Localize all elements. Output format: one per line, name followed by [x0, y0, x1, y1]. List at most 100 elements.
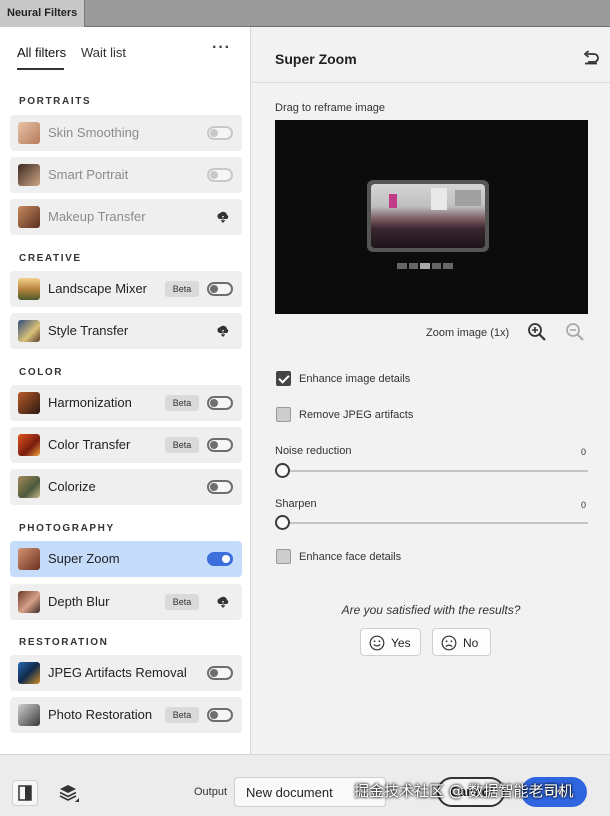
filter-label: Skin Smoothing — [48, 125, 140, 140]
filter-label: Landscape Mixer — [48, 281, 147, 296]
landscape-mixer-toggle[interactable] — [207, 282, 233, 296]
active-tab-indicator — [17, 68, 64, 70]
makeup-transfer-thumbnail — [18, 206, 40, 228]
filter-jpeg-artifacts-removal[interactable]: JPEG Artifacts Removal — [10, 655, 242, 691]
colorize-thumbnail — [18, 476, 40, 498]
cloud-download-icon[interactable] — [216, 210, 230, 224]
navigator-strip — [397, 263, 453, 269]
section-portraits: PORTRAITS — [19, 96, 92, 107]
filter-makeup-transfer[interactable]: Makeup Transfer — [10, 199, 242, 235]
zoom-out-icon[interactable] — [565, 322, 585, 342]
sharpen-slider[interactable] — [275, 515, 588, 531]
depth-blur-thumbnail — [18, 591, 40, 613]
section-restoration: RESTORATION — [19, 637, 109, 648]
filters-list-panel: All filters Wait list ··· PORTRAITS Skin… — [0, 27, 251, 754]
sharpen-value: 0 — [581, 500, 587, 510]
style-transfer-thumbnail — [18, 320, 40, 342]
beta-badge: Beta — [165, 281, 199, 297]
filter-photo-restoration[interactable]: Photo Restoration Beta — [10, 697, 242, 733]
reset-icon[interactable] — [582, 49, 600, 67]
super-zoom-thumbnail — [18, 548, 40, 570]
zoom-in-icon[interactable] — [527, 322, 547, 342]
enhance-image-details-checkbox[interactable] — [276, 371, 291, 386]
sharpen-label: Sharpen — [275, 498, 317, 510]
beta-badge: Beta — [165, 707, 199, 723]
filter-skin-smoothing[interactable]: Skin Smoothing — [10, 115, 242, 151]
noise-reduction-label: Noise reduction — [275, 445, 352, 457]
output-label: Output — [194, 786, 228, 798]
filter-label: JPEG Artifacts Removal — [48, 665, 187, 680]
super-zoom-toggle[interactable] — [207, 552, 233, 566]
beta-badge: Beta — [165, 437, 199, 453]
harmonization-toggle[interactable] — [207, 396, 233, 410]
filter-label: Super Zoom — [48, 551, 120, 566]
jpeg-artifacts-thumbnail — [18, 662, 40, 684]
slider-knob[interactable] — [275, 515, 290, 530]
filter-title: Super Zoom — [275, 51, 357, 67]
noise-reduction-slider[interactable] — [275, 463, 588, 479]
enhance-face-details-label: Enhance face details — [299, 551, 402, 563]
layers-icon[interactable] — [55, 780, 81, 806]
harmonization-thumbnail — [18, 392, 40, 414]
filter-smart-portrait[interactable]: Smart Portrait — [10, 157, 242, 193]
zoom-level-label: Zoom image (1x) — [426, 327, 510, 339]
filter-label: Colorize — [48, 479, 96, 494]
enhance-image-details-label: Enhance image details — [299, 373, 411, 385]
filter-landscape-mixer[interactable]: Landscape Mixer Beta — [10, 271, 242, 307]
feedback-question: Are you satisfied with the results? — [341, 603, 521, 617]
panel-tab[interactable]: Neural Filters — [0, 0, 85, 27]
yes-label: Yes — [391, 636, 411, 650]
preview-image — [371, 184, 485, 248]
filter-depth-blur[interactable]: Depth Blur Beta — [10, 584, 242, 620]
cloud-download-icon[interactable] — [216, 595, 230, 609]
tab-wait-list[interactable]: Wait list — [81, 45, 126, 60]
jpeg-artifacts-removal-toggle[interactable] — [207, 666, 233, 680]
output-select[interactable]: New document — [234, 777, 386, 807]
feedback-yes-button[interactable]: Yes — [360, 628, 421, 656]
ok-button[interactable]: OK — [521, 777, 587, 807]
photo-restoration-thumbnail — [18, 704, 40, 726]
filter-colorize[interactable]: Colorize — [10, 469, 242, 505]
section-photography: PHOTOGRAPHY — [19, 523, 115, 534]
color-transfer-toggle[interactable] — [207, 438, 233, 452]
filter-label: Color Transfer — [48, 437, 131, 452]
title-bar: Neural Filters — [0, 0, 610, 27]
filter-super-zoom[interactable]: Super Zoom — [10, 541, 242, 577]
remove-jpeg-artifacts-checkbox[interactable] — [276, 407, 291, 422]
filter-harmonization[interactable]: Harmonization Beta — [10, 385, 242, 421]
enhance-face-details-checkbox[interactable] — [276, 549, 291, 564]
color-transfer-thumbnail — [18, 434, 40, 456]
frown-icon — [441, 635, 457, 651]
show-original-icon[interactable] — [12, 780, 38, 806]
filter-settings-panel: Super Zoom Drag to reframe image Zoom im… — [252, 27, 610, 754]
cloud-download-icon[interactable] — [216, 324, 230, 338]
colorize-toggle[interactable] — [207, 480, 233, 494]
header-divider — [252, 82, 610, 83]
noise-reduction-value: 0 — [581, 447, 587, 457]
skin-smoothing-thumbnail — [18, 122, 40, 144]
section-color: COLOR — [19, 367, 64, 378]
smile-icon — [369, 635, 385, 651]
filter-label: Harmonization — [48, 395, 132, 410]
tab-all-filters[interactable]: All filters — [17, 45, 66, 60]
photo-restoration-toggle[interactable] — [207, 708, 233, 722]
bottom-bar: Output New document Cancel OK 掘金技术社区 @ 数… — [0, 754, 610, 816]
filter-label: Smart Portrait — [48, 167, 129, 182]
zoom-frame[interactable] — [367, 180, 489, 252]
filter-style-transfer[interactable]: Style Transfer — [10, 313, 242, 349]
skin-smoothing-toggle[interactable] — [207, 126, 233, 140]
landscape-mixer-thumbnail — [18, 278, 40, 300]
filter-color-transfer[interactable]: Color Transfer Beta — [10, 427, 242, 463]
filter-label: Makeup Transfer — [48, 209, 146, 224]
image-preview[interactable] — [275, 120, 588, 314]
slider-knob[interactable] — [275, 463, 290, 478]
more-options-icon[interactable]: ··· — [212, 39, 231, 57]
cancel-button[interactable]: Cancel — [437, 777, 505, 807]
filter-label: Depth Blur — [48, 594, 110, 609]
feedback-no-button[interactable]: No — [432, 628, 491, 656]
beta-badge: Beta — [165, 395, 199, 411]
smart-portrait-toggle[interactable] — [207, 168, 233, 182]
smart-portrait-thumbnail — [18, 164, 40, 186]
beta-badge: Beta — [165, 594, 199, 610]
drag-reframe-label: Drag to reframe image — [275, 102, 386, 114]
